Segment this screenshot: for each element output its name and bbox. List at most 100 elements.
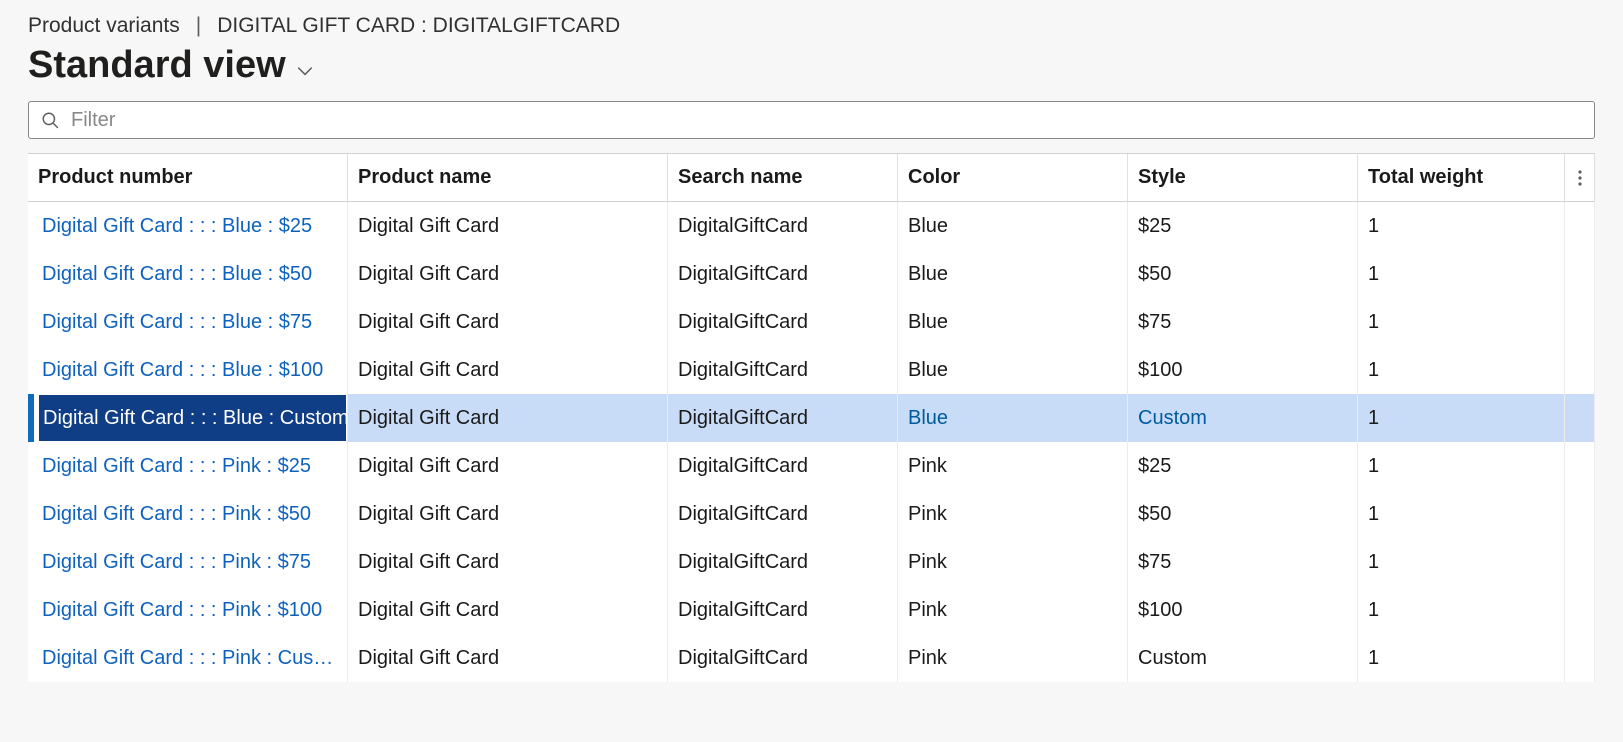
col-header-product-name[interactable]: Product name <box>348 154 668 202</box>
cell-style[interactable]: $50 <box>1128 490 1358 538</box>
cell-product-number[interactable]: Digital Gift Card : : : Blue : $100 <box>28 346 348 394</box>
col-header-style[interactable]: Style <box>1128 154 1358 202</box>
search-icon <box>41 111 59 129</box>
cell-spacer <box>1565 202 1595 250</box>
cell-style[interactable]: $50 <box>1128 250 1358 298</box>
cell-spacer <box>1565 538 1595 586</box>
page-title: Standard view <box>28 44 286 87</box>
cell-total-weight[interactable]: 1 <box>1358 586 1565 634</box>
cell-product-number[interactable]: Digital Gift Card : : : Pink : $100 <box>28 586 348 634</box>
cell-search-name[interactable]: DigitalGiftCard <box>668 298 898 346</box>
cell-search-name[interactable]: DigitalGiftCard <box>668 202 898 250</box>
view-switcher[interactable]: Standard view <box>28 44 1595 87</box>
cell-search-name[interactable]: DigitalGiftCard <box>668 490 898 538</box>
cell-spacer <box>1565 490 1595 538</box>
cell-product-number[interactable]: Digital Gift Card : : : Pink : Custom <box>28 634 348 682</box>
cell-product-number[interactable]: Digital Gift Card : : : Blue : $75 <box>28 298 348 346</box>
cell-product-name[interactable]: Digital Gift Card <box>348 442 668 490</box>
cell-search-name[interactable]: DigitalGiftCard <box>668 634 898 682</box>
cell-search-name[interactable]: DigitalGiftCard <box>668 250 898 298</box>
breadcrumb-context: DIGITAL GIFT CARD : DIGITALGIFTCARD <box>217 14 620 38</box>
cell-product-name[interactable]: Digital Gift Card <box>348 634 668 682</box>
table-row[interactable]: Digital Gift Card : : : Blue : $100Digit… <box>28 346 1595 394</box>
cell-product-number[interactable]: Digital Gift Card : : : Blue : Custom <box>28 394 348 442</box>
cell-product-number[interactable]: Digital Gift Card : : : Blue : $25 <box>28 202 348 250</box>
cell-color[interactable]: Pink <box>898 538 1128 586</box>
cell-color[interactable]: Blue <box>898 346 1128 394</box>
cell-product-name[interactable]: Digital Gift Card <box>348 298 668 346</box>
col-header-search-name[interactable]: Search name <box>668 154 898 202</box>
cell-spacer <box>1565 442 1595 490</box>
cell-search-name[interactable]: DigitalGiftCard <box>668 442 898 490</box>
col-header-total-weight[interactable]: Total weight <box>1358 154 1565 202</box>
filter-input[interactable] <box>69 108 1582 133</box>
cell-search-name[interactable]: DigitalGiftCard <box>668 538 898 586</box>
variant-grid: Product number Product name Search name … <box>28 153 1595 682</box>
table-row[interactable]: Digital Gift Card : : : Blue : $25Digita… <box>28 202 1595 250</box>
cell-product-name[interactable]: Digital Gift Card <box>348 394 668 442</box>
col-header-product-number[interactable]: Product number <box>28 154 348 202</box>
table-row[interactable]: Digital Gift Card : : : Pink : $25Digita… <box>28 442 1595 490</box>
table-row[interactable]: Digital Gift Card : : : Pink : $100Digit… <box>28 586 1595 634</box>
cell-style[interactable]: $25 <box>1128 442 1358 490</box>
cell-color[interactable]: Blue <box>898 394 1128 442</box>
cell-spacer <box>1565 586 1595 634</box>
cell-total-weight[interactable]: 1 <box>1358 442 1565 490</box>
cell-product-name[interactable]: Digital Gift Card <box>348 202 668 250</box>
breadcrumb: Product variants | DIGITAL GIFT CARD : D… <box>28 14 1595 38</box>
cell-search-name[interactable]: DigitalGiftCard <box>668 586 898 634</box>
cell-color[interactable]: Blue <box>898 298 1128 346</box>
table-row[interactable]: Digital Gift Card : : : Blue : $75Digita… <box>28 298 1595 346</box>
cell-product-number[interactable]: Digital Gift Card : : : Pink : $25 <box>28 442 348 490</box>
cell-total-weight[interactable]: 1 <box>1358 538 1565 586</box>
cell-total-weight[interactable]: 1 <box>1358 346 1565 394</box>
more-columns-icon[interactable] <box>1575 169 1584 187</box>
cell-total-weight[interactable]: 1 <box>1358 202 1565 250</box>
filter-box[interactable] <box>28 101 1595 139</box>
cell-product-name[interactable]: Digital Gift Card <box>348 538 668 586</box>
cell-total-weight[interactable]: 1 <box>1358 490 1565 538</box>
col-header-more[interactable] <box>1565 154 1595 202</box>
cell-product-number[interactable]: Digital Gift Card : : : Pink : $75 <box>28 538 348 586</box>
cell-style[interactable]: $75 <box>1128 298 1358 346</box>
cell-style[interactable]: $75 <box>1128 538 1358 586</box>
cell-color[interactable]: Blue <box>898 202 1128 250</box>
cell-style[interactable]: $25 <box>1128 202 1358 250</box>
selection-bar <box>28 394 34 442</box>
cell-color[interactable]: Pink <box>898 490 1128 538</box>
cell-spacer <box>1565 298 1595 346</box>
grid-header-row: Product number Product name Search name … <box>28 154 1595 202</box>
cell-search-name[interactable]: DigitalGiftCard <box>668 394 898 442</box>
cell-spacer <box>1565 394 1595 442</box>
cell-product-number[interactable]: Digital Gift Card : : : Pink : $50 <box>28 490 348 538</box>
table-row[interactable]: Digital Gift Card : : : Pink : CustomDig… <box>28 634 1595 682</box>
col-header-color[interactable]: Color <box>898 154 1128 202</box>
cell-total-weight[interactable]: 1 <box>1358 298 1565 346</box>
cell-color[interactable]: Pink <box>898 634 1128 682</box>
breadcrumb-separator: | <box>196 14 201 38</box>
breadcrumb-root[interactable]: Product variants <box>28 14 180 38</box>
table-row[interactable]: Digital Gift Card : : : Blue : CustomDig… <box>28 394 1595 442</box>
cell-style[interactable]: $100 <box>1128 586 1358 634</box>
cell-color[interactable]: Pink <box>898 442 1128 490</box>
cell-product-name[interactable]: Digital Gift Card <box>348 346 668 394</box>
cell-color[interactable]: Pink <box>898 586 1128 634</box>
cell-total-weight[interactable]: 1 <box>1358 250 1565 298</box>
table-row[interactable]: Digital Gift Card : : : Pink : $50Digita… <box>28 490 1595 538</box>
chevron-down-icon <box>296 62 314 80</box>
cell-color[interactable]: Blue <box>898 250 1128 298</box>
cell-total-weight[interactable]: 1 <box>1358 634 1565 682</box>
cell-product-name[interactable]: Digital Gift Card <box>348 586 668 634</box>
cell-product-name[interactable]: Digital Gift Card <box>348 490 668 538</box>
cell-total-weight[interactable]: 1 <box>1358 394 1565 442</box>
cell-product-name[interactable]: Digital Gift Card <box>348 250 668 298</box>
cell-product-number[interactable]: Digital Gift Card : : : Blue : $50 <box>28 250 348 298</box>
cell-product-number-text: Digital Gift Card : : : Blue : Custom <box>38 394 347 442</box>
cell-style[interactable]: $100 <box>1128 346 1358 394</box>
cell-spacer <box>1565 250 1595 298</box>
table-row[interactable]: Digital Gift Card : : : Blue : $50Digita… <box>28 250 1595 298</box>
cell-search-name[interactable]: DigitalGiftCard <box>668 346 898 394</box>
cell-style[interactable]: Custom <box>1128 634 1358 682</box>
table-row[interactable]: Digital Gift Card : : : Pink : $75Digita… <box>28 538 1595 586</box>
cell-style[interactable]: Custom <box>1128 394 1358 442</box>
